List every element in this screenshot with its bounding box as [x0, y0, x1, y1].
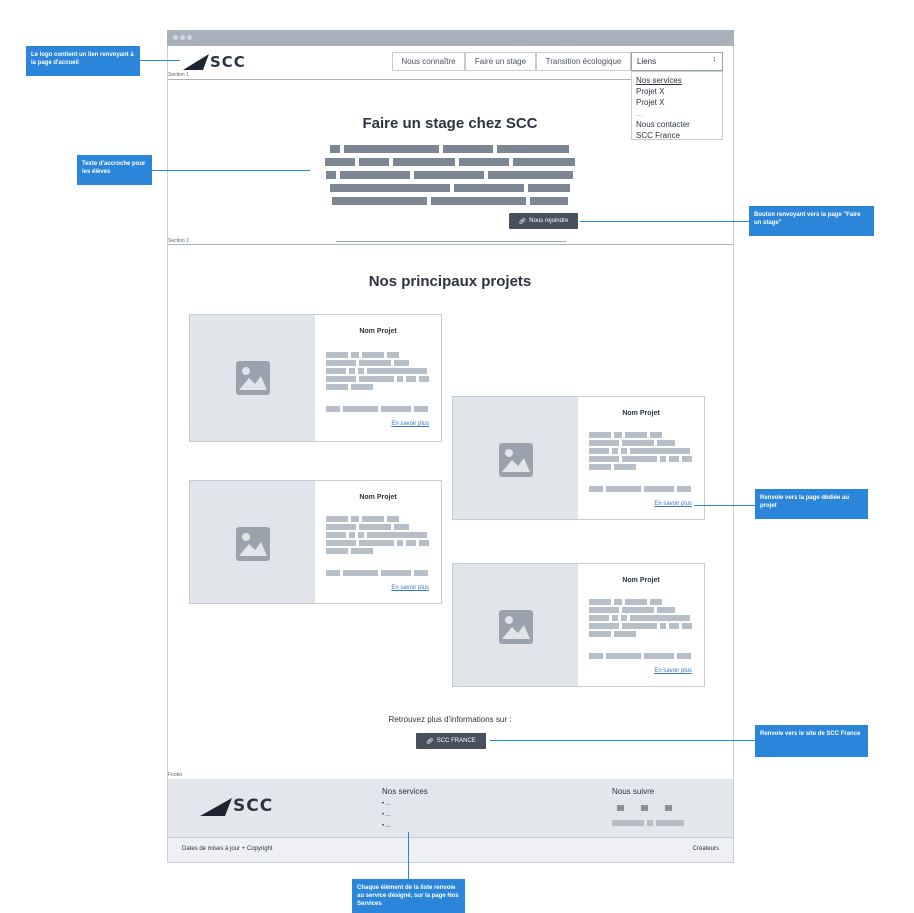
- image-placeholder-icon: [236, 361, 270, 395]
- project-image: [190, 315, 315, 441]
- copyright-text: Dates de mises à jour + Copyright: [182, 846, 273, 852]
- project-card: Nom Projet En savoir plus: [189, 480, 442, 604]
- link-icon: 🔗︎: [426, 738, 434, 745]
- footer: SCC Nos services • ... • ... • ... Nous …: [168, 779, 733, 837]
- annotation-arrow: [140, 60, 180, 61]
- creators-link[interactable]: Créateurs: [693, 846, 719, 852]
- section2-divider: [168, 244, 733, 245]
- project-image: [453, 397, 578, 519]
- dropdown-item[interactable]: Projet X: [636, 97, 718, 108]
- list-item[interactable]: • ...: [382, 821, 391, 832]
- project-more-link[interactable]: En savoir plus: [654, 501, 692, 507]
- more-info-text: Retrouvez plus d'informations sur :: [388, 715, 512, 724]
- footer-services-list: • ... • ... • ...: [382, 799, 391, 832]
- dropdown-item[interactable]: ...: [636, 108, 718, 119]
- project-more-link[interactable]: En savoir plus: [391, 585, 429, 591]
- scc-france-button[interactable]: 🔗︎ SCC FRANCE: [416, 733, 486, 749]
- annotation-footer-list: Chaque élément de la liste renvoie au se…: [352, 879, 465, 913]
- image-placeholder-icon: [499, 443, 533, 477]
- list-item[interactable]: • ...: [382, 810, 391, 821]
- section1-divider: [168, 79, 631, 80]
- annotation-arrow: [408, 832, 409, 879]
- social-icon[interactable]: [617, 805, 624, 811]
- logo-text: SCC: [210, 53, 246, 71]
- select-value: Liens: [637, 57, 657, 66]
- footer-bottom-bar: Dates de mises à jour + Copyright Créate…: [168, 837, 733, 862]
- hero-underline: [336, 241, 566, 242]
- dropdown-item[interactable]: Nous contacter: [636, 119, 718, 130]
- annotation-tagline: Texte d'accroche pour les élèves: [77, 155, 152, 185]
- footer-logo-link[interactable]: SCC: [200, 796, 280, 818]
- project-card: Nom Projet En savoir plus: [189, 314, 442, 442]
- nav-faire-un-stage[interactable]: Faire un stage: [465, 52, 536, 71]
- project-card: Nom Projet En savoir plus: [452, 563, 705, 687]
- window-dot-icon: [180, 35, 185, 40]
- project-more-link[interactable]: En savoir plus: [391, 421, 429, 427]
- project-name: Nom Projet: [622, 410, 660, 417]
- annotation-join-button: Bouton renvoyant vers la page "Faire un …: [749, 206, 874, 236]
- footer-follow-title: Nous suivre: [612, 787, 655, 796]
- header-logo-link[interactable]: SCC: [183, 52, 247, 72]
- window-dot-icon: [187, 35, 192, 40]
- project-more-link[interactable]: En savoir plus: [654, 668, 692, 674]
- project-name: Nom Projet: [359, 494, 397, 501]
- join-button-label: Nous rejoindre: [529, 218, 569, 224]
- project-card: Nom Projet En savoir plus: [452, 396, 705, 520]
- list-item[interactable]: • ...: [382, 799, 391, 810]
- annotation-scc-france: Renvoie vers le site de SCC France: [755, 725, 868, 757]
- project-image: [190, 481, 315, 603]
- chevron-updown-icon: ↕: [712, 56, 717, 63]
- hero-title: Faire un stage chez SCC: [362, 115, 538, 132]
- annotation-project-link: Renvoie vers la page dédiée au projet: [755, 489, 868, 519]
- nav-transition-ecologique[interactable]: Transition écologique: [536, 52, 631, 71]
- annotation-arrow: [694, 505, 755, 506]
- projects-title: Nos principaux projets: [368, 273, 532, 290]
- link-icon: 🔗︎: [518, 218, 527, 225]
- links-dropdown: Nos services Projet X Projet X ... Nous …: [631, 71, 723, 140]
- join-button[interactable]: 🔗︎ Nous rejoindre: [509, 213, 578, 229]
- project-name: Nom Projet: [359, 328, 397, 335]
- links-select[interactable]: Liens ↕: [631, 52, 723, 71]
- annotation-logo: Le logo contient un lien renvoyant à la …: [26, 46, 140, 76]
- nav-nous-connaitre[interactable]: Nous connaître: [392, 52, 465, 71]
- scc-france-label: SCC FRANCE: [436, 738, 476, 744]
- project-image: [453, 564, 578, 686]
- project-name: Nom Projet: [622, 577, 660, 584]
- image-placeholder-icon: [236, 527, 270, 561]
- social-icon[interactable]: [641, 805, 648, 811]
- annotation-arrow: [580, 221, 749, 222]
- social-icon[interactable]: [665, 805, 672, 811]
- logo-text: SCC: [233, 796, 274, 816]
- image-placeholder-icon: [499, 610, 533, 644]
- dropdown-item[interactable]: SCC France: [636, 130, 718, 141]
- logo-icon: [200, 798, 232, 816]
- window-dot-icon: [173, 35, 178, 40]
- logo-icon: [183, 54, 209, 70]
- footer-label: Footer: [168, 772, 183, 778]
- annotation-arrow: [490, 740, 755, 741]
- annotation-arrow: [152, 170, 310, 171]
- dropdown-item[interactable]: Projet X: [636, 86, 718, 97]
- footer-services-title: Nos services: [382, 787, 428, 796]
- dropdown-item[interactable]: Nos services: [636, 75, 718, 86]
- section1-label: Section 1: [168, 72, 189, 78]
- browser-titlebar: [167, 30, 734, 46]
